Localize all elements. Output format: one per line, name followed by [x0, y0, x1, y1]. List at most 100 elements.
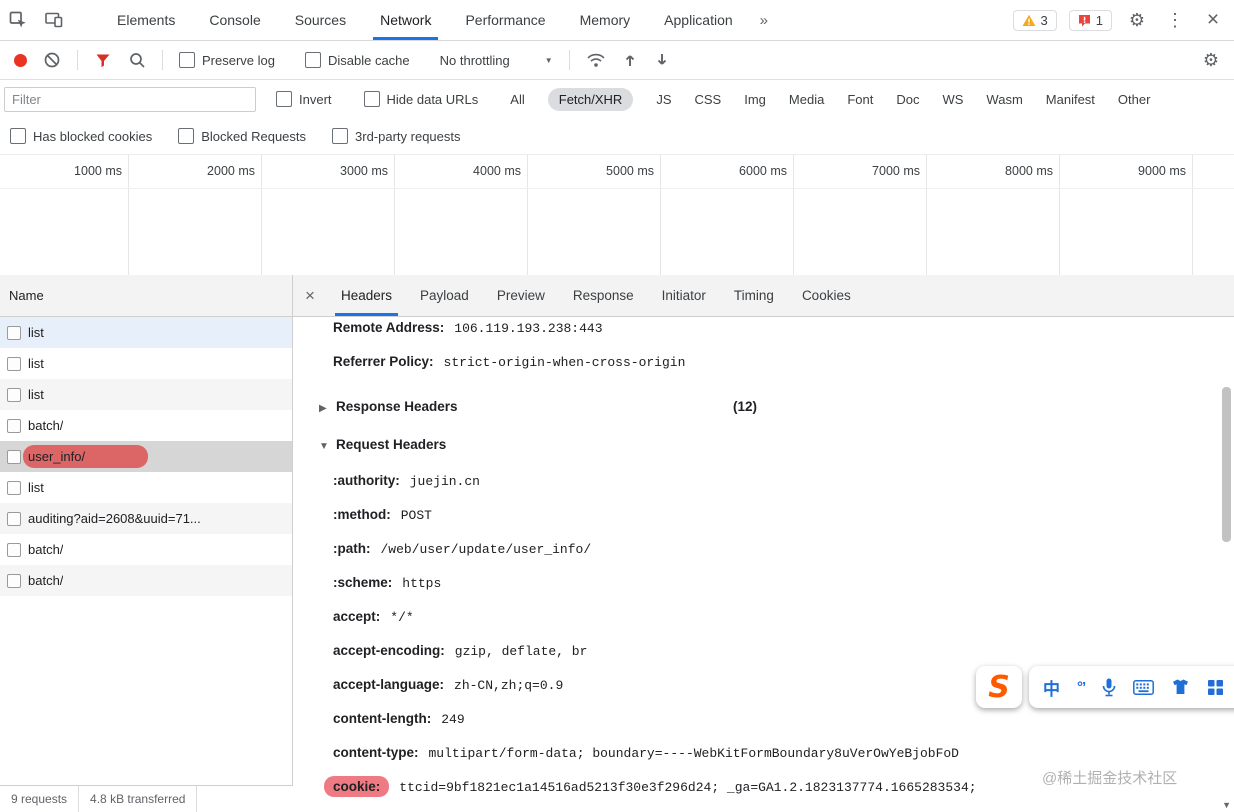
blocked-filters-bar: Has blocked cookies Blocked Requests 3rd…: [0, 118, 1234, 155]
clear-icon[interactable]: [43, 51, 61, 69]
invert-checkbox[interactable]: [276, 91, 292, 107]
request-header-line: :method: POST: [333, 507, 432, 523]
filter-type-media[interactable]: Media: [789, 92, 824, 107]
ime-language-toggle[interactable]: 中: [1043, 675, 1060, 700]
request-row[interactable]: batch/: [0, 410, 292, 441]
hide-data-urls-label: Hide data URLs: [386, 91, 479, 107]
network-conditions-icon[interactable]: [586, 52, 606, 68]
details-tab-timing[interactable]: Timing: [720, 275, 788, 316]
preserve-log-checkbox[interactable]: [179, 52, 195, 68]
filter-type-css[interactable]: CSS: [695, 92, 722, 107]
headers-content: Remote Address: 106.119.193.238:443 Refer…: [293, 317, 1234, 812]
devtools-tabbar: Elements Console Sources Network Perform…: [0, 0, 1234, 41]
request-list-panel: Name list list list batch/ user_info/ li…: [0, 275, 293, 785]
ime-punctuation-icon[interactable]: °’: [1077, 679, 1086, 696]
name-column-header[interactable]: Name: [0, 275, 292, 317]
tab-elements[interactable]: Elements: [100, 0, 192, 40]
request-row[interactable]: batch/: [0, 565, 292, 596]
third-party-requests-toggle[interactable]: 3rd-party requests: [332, 128, 461, 144]
search-icon[interactable]: [128, 51, 146, 69]
disable-cache-checkbox[interactable]: [304, 52, 321, 68]
throttling-value: No throttling: [439, 52, 510, 68]
more-tabs-icon[interactable]: »: [750, 0, 778, 40]
device-toolbar-icon[interactable]: [36, 0, 72, 40]
filter-type-img[interactable]: Img: [744, 92, 766, 107]
skin-shirt-icon[interactable]: [1171, 678, 1190, 696]
filter-type-other[interactable]: Other: [1118, 92, 1151, 107]
tab-sources[interactable]: Sources: [278, 0, 363, 40]
filter-type-doc[interactable]: Doc: [896, 92, 919, 107]
request-row[interactable]: list: [0, 348, 292, 379]
sogou-logo-icon[interactable]: S: [976, 666, 1022, 708]
details-tab-headers[interactable]: Headers: [327, 275, 406, 316]
tabbar-right-cluster: 3 1 ⚙ ⋮ ×: [1012, 8, 1234, 32]
filter-type-wasm[interactable]: Wasm: [986, 92, 1022, 107]
blocked-requests-toggle[interactable]: Blocked Requests: [178, 128, 306, 144]
close-details-icon[interactable]: ×: [293, 286, 327, 306]
timeline-gridline: [128, 155, 129, 275]
request-doc-icon: [7, 480, 21, 495]
hide-data-urls-toggle[interactable]: Hide data URLs: [363, 91, 479, 107]
details-tab-response[interactable]: Response: [559, 275, 648, 316]
request-header-line: accept-encoding: gzip, deflate, br: [333, 643, 588, 659]
import-har-icon[interactable]: [622, 52, 638, 68]
request-row[interactable]: list: [0, 379, 292, 410]
keyboard-icon[interactable]: [1133, 679, 1155, 695]
network-settings-gear-icon[interactable]: ⚙: [1198, 50, 1234, 71]
preserve-log-toggle[interactable]: Preserve log: [179, 52, 275, 68]
microphone-icon[interactable]: [1102, 678, 1116, 697]
tab-memory[interactable]: Memory: [563, 0, 648, 40]
hide-data-urls-checkbox[interactable]: [363, 91, 380, 107]
request-row[interactable]: list: [0, 472, 292, 503]
invert-toggle[interactable]: Invert: [276, 91, 332, 107]
filter-type-ws[interactable]: WS: [942, 92, 963, 107]
tab-performance[interactable]: Performance: [448, 0, 562, 40]
timeline-gridline: [261, 155, 262, 275]
chevron-down-icon: ▼: [544, 55, 553, 65]
filter-type-all[interactable]: All: [510, 92, 524, 107]
request-row[interactable]: auditing?aid=2608&uuid=71...: [0, 503, 292, 534]
network-toolbar: Preserve log Disable cache No throttling…: [0, 41, 1234, 80]
request-row[interactable]: list: [0, 317, 292, 348]
third-party-requests-checkbox[interactable]: [332, 128, 349, 144]
details-tab-preview[interactable]: Preview: [483, 275, 559, 316]
throttling-dropdown[interactable]: No throttling ▼: [440, 53, 553, 68]
kebab-menu-icon[interactable]: ⋮: [1162, 10, 1188, 31]
filter-funnel-icon[interactable]: [94, 51, 112, 69]
export-har-icon[interactable]: [654, 52, 670, 68]
timeline-gridline: [793, 155, 794, 275]
request-headers-section[interactable]: ▼ Request Headers: [293, 426, 1234, 464]
details-tab-payload[interactable]: Payload: [406, 275, 483, 316]
close-devtools-icon[interactable]: ×: [1200, 8, 1226, 32]
request-doc-icon: [7, 356, 21, 371]
vertical-scrollbar-thumb[interactable]: [1222, 387, 1231, 542]
scrollbar-down-arrow[interactable]: ▼: [1222, 800, 1231, 810]
blocked-requests-checkbox[interactable]: [178, 128, 195, 144]
error-badge[interactable]: 1: [1068, 9, 1112, 31]
filter-type-js[interactable]: JS: [656, 92, 671, 107]
disable-cache-toggle[interactable]: Disable cache: [304, 52, 410, 68]
request-row[interactable]: batch/: [0, 534, 292, 565]
filter-type-font[interactable]: Font: [847, 92, 873, 107]
details-tab-initiator[interactable]: Initiator: [648, 275, 720, 316]
inspect-element-icon[interactable]: [0, 0, 36, 40]
settings-gear-icon[interactable]: ⚙: [1124, 10, 1150, 31]
tab-application[interactable]: Application: [647, 0, 750, 40]
timeline-gridline: [926, 155, 927, 275]
tab-network[interactable]: Network: [363, 0, 448, 40]
timeline-overview[interactable]: 1000 ms 2000 ms 3000 ms 4000 ms 5000 ms …: [0, 155, 1234, 276]
response-headers-section[interactable]: ▶ Response Headers (12): [293, 388, 1234, 426]
request-row-selected[interactable]: user_info/: [0, 441, 292, 472]
details-tab-cookies[interactable]: Cookies: [788, 275, 865, 316]
tab-console[interactable]: Console: [192, 0, 277, 40]
has-blocked-cookies-toggle[interactable]: Has blocked cookies: [10, 128, 152, 144]
timeline-label: 3000 ms: [340, 164, 388, 178]
toolbox-grid-icon[interactable]: [1207, 679, 1224, 696]
general-header-line: Remote Address: 106.119.193.238:443: [333, 320, 603, 336]
warning-badge[interactable]: 3: [1012, 9, 1057, 31]
filter-type-manifest[interactable]: Manifest: [1046, 92, 1095, 107]
has-blocked-cookies-checkbox[interactable]: [10, 128, 26, 144]
filter-input[interactable]: [4, 86, 256, 112]
record-button[interactable]: [14, 53, 27, 67]
filter-type-fetch-xhr[interactable]: Fetch/XHR: [547, 87, 634, 111]
